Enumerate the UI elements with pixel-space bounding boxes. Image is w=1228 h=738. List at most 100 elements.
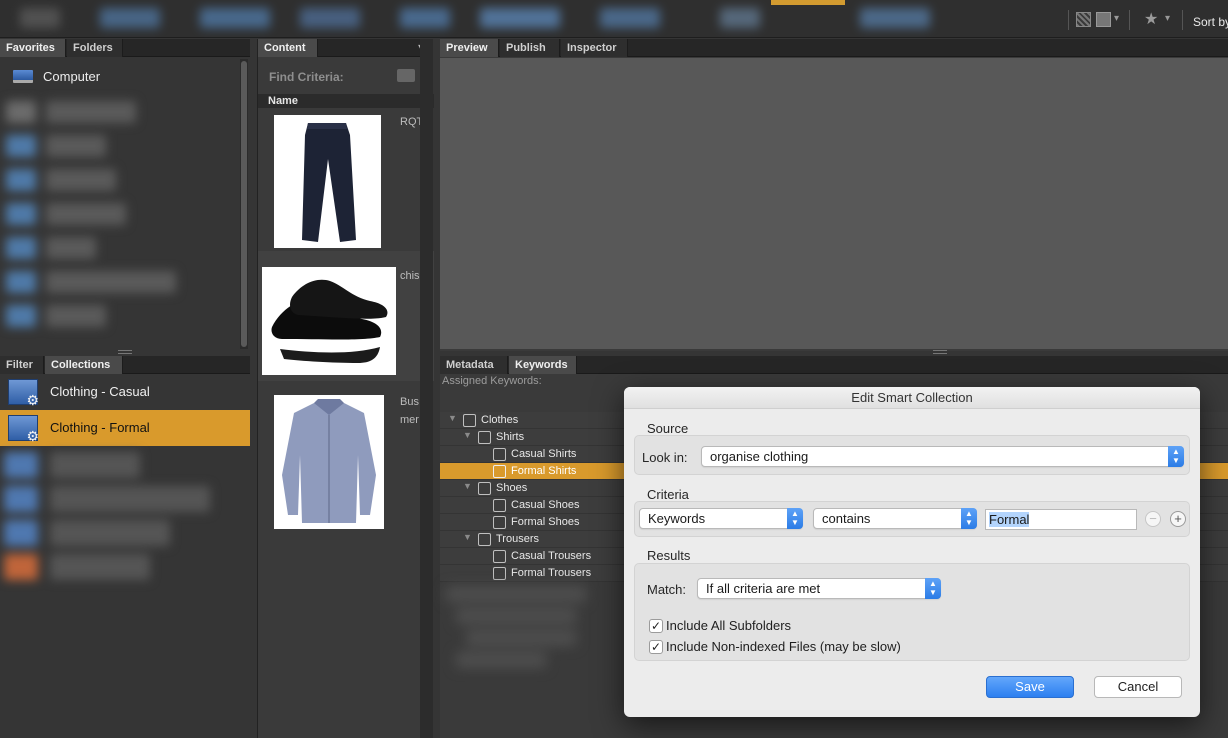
assigned-keywords-label: Assigned Keywords: [442,375,542,387]
criteria-operator-select[interactable]: contains ▲ ▼ [813,508,977,529]
panel-resize-handle[interactable] [933,350,947,354]
trousers-thumbnail[interactable] [274,115,381,248]
keyword-checkbox[interactable] [478,431,491,444]
chevron-updown-icon: ▲ ▼ [1168,446,1184,467]
favorites-panel: Favorites Folders Computer [0,39,250,352]
favorite-item-computer[interactable]: Computer [0,60,238,94]
disclosure-triangle-icon[interactable]: ▼ [463,481,472,491]
square-view-icon[interactable] [1096,12,1111,27]
source-heading: Source [647,421,689,436]
content-item[interactable]: chis [258,251,434,381]
dialog-title: Edit Smart Collection [624,387,1200,409]
keyword-label: Casual Shoes [511,499,580,511]
chevron-down-icon[interactable]: ▾ [1114,13,1119,24]
smart-collection-icon: ⚙ [8,379,39,408]
tab-collections[interactable]: Collections [45,356,123,374]
shirt-thumbnail[interactable] [274,395,384,529]
collection-label: Clothing - Formal [50,420,150,435]
keyword-checkbox[interactable] [493,448,506,461]
include-nonindexed-checkbox[interactable]: ✓ [649,640,663,654]
keyword-label: Casual Shirts [511,448,577,460]
edit-criteria-icon[interactable] [397,69,415,82]
keyword-label: Clothes [481,414,519,426]
criteria-field-select[interactable]: Keywords ▲ ▼ [639,508,803,529]
disclosure-triangle-icon[interactable]: ▼ [463,532,472,542]
column-header-name[interactable]: Name [258,94,434,108]
tab-metadata[interactable]: Metadata [440,356,508,374]
shoes-thumbnail[interactable] [262,267,396,375]
criteria-value-input[interactable]: Formal [985,509,1137,530]
collection-item-clothing-formal[interactable]: ⚙ Clothing - Formal [0,410,250,446]
keyword-checkbox[interactable] [493,516,506,529]
collections-panel: Filter Collections ⚙ Clothing - Casual ⚙… [0,356,250,738]
remove-criteria-button[interactable]: − [1145,511,1161,527]
chevron-updown-icon: ▲ ▼ [787,508,803,529]
star-filter-icon[interactable]: ★ [1144,9,1158,29]
smart-collection-icon: ⚙ [8,415,39,444]
tab-filter[interactable]: Filter [0,356,44,374]
results-heading: Results [647,548,691,563]
toolbar-blurred-region [0,0,960,36]
criteria-operator-value: contains [822,511,871,526]
sort-by-button[interactable]: Sort by [1193,15,1228,29]
keyword-checkbox[interactable] [478,482,491,495]
tab-preview[interactable]: Preview [440,39,499,57]
keywords-blurred-region [436,578,614,718]
content-scrollbar[interactable] [420,39,433,738]
criteria-value-text: Formal [989,512,1030,527]
content-panel: Content ▾≡ Find Criteria: Name RQT [257,39,434,738]
preview-area [440,58,1228,349]
bridge-window: ▾ ★ ▾ Sort by Favorites Folders Computer [0,0,1228,738]
shirt-icon [282,399,376,523]
grid-view-icon[interactable] [1076,12,1091,27]
trousers-icon [302,123,356,242]
keyword-checkbox[interactable] [493,550,506,563]
add-criteria-button[interactable]: + [1170,511,1186,527]
tab-folders[interactable]: Folders [67,39,123,57]
scrollbar-thumb[interactable] [241,61,247,347]
tab-inspector[interactable]: Inspector [561,39,628,57]
chevron-down-icon[interactable]: ▾ [1165,13,1170,24]
disclosure-triangle-icon[interactable]: ▼ [448,413,457,423]
keyword-checkbox[interactable] [463,414,476,427]
look-in-select[interactable]: organise clothing ▲ ▼ [701,446,1184,467]
look-in-value: organise clothing [710,449,809,464]
match-label: Match: [647,582,687,597]
favorites-tabbar: Favorites Folders [0,39,250,57]
computer-icon [13,70,33,83]
tab-publish[interactable]: Publish [500,39,560,57]
keyword-checkbox[interactable] [493,465,506,478]
gear-icon: ⚙ [26,428,39,444]
keyword-label: Shirts [496,431,525,443]
favorites-blurred-list [6,101,234,341]
content-item[interactable]: RQT [258,109,434,251]
keyword-label: Formal Shoes [511,516,580,528]
content-item[interactable]: Bus mer [258,381,434,531]
include-subfolders-checkbox[interactable]: ✓ [649,619,663,633]
cancel-button[interactable]: Cancel [1094,676,1182,698]
find-criteria-label: Find Criteria: [269,70,344,84]
keyword-checkbox[interactable] [493,499,506,512]
gear-icon: ⚙ [26,392,39,408]
favorites-scrollbar[interactable] [240,59,248,349]
panel-resize-handle[interactable] [118,350,132,354]
tab-favorites[interactable]: Favorites [0,39,66,57]
collection-item-clothing-casual[interactable]: ⚙ Clothing - Casual [0,374,250,410]
criteria-field-value: Keywords [648,511,706,526]
tab-content[interactable]: Content [258,39,318,57]
keyword-checkbox[interactable] [478,533,491,546]
include-subfolders-label: Include All Subfolders [666,618,792,633]
match-select[interactable]: If all criteria are met ▲ ▼ [697,578,941,599]
favorite-item-label: Computer [43,69,101,84]
toolbar-separator [1068,10,1069,30]
chevron-updown-icon: ▲ ▼ [925,578,941,599]
toolbar-right-controls: ▾ ★ ▾ Sort by [1068,0,1228,38]
active-workspace-indicator [771,0,845,5]
tab-keywords[interactable]: Keywords [509,356,577,374]
collections-blurred-list [0,448,250,608]
disclosure-triangle-icon[interactable]: ▼ [463,430,472,440]
keyword-label: Trousers [496,533,539,545]
save-button[interactable]: Save [986,676,1074,698]
keywords-tabbar: Metadata Keywords [440,356,1228,374]
chevron-updown-icon: ▲ ▼ [961,508,977,529]
